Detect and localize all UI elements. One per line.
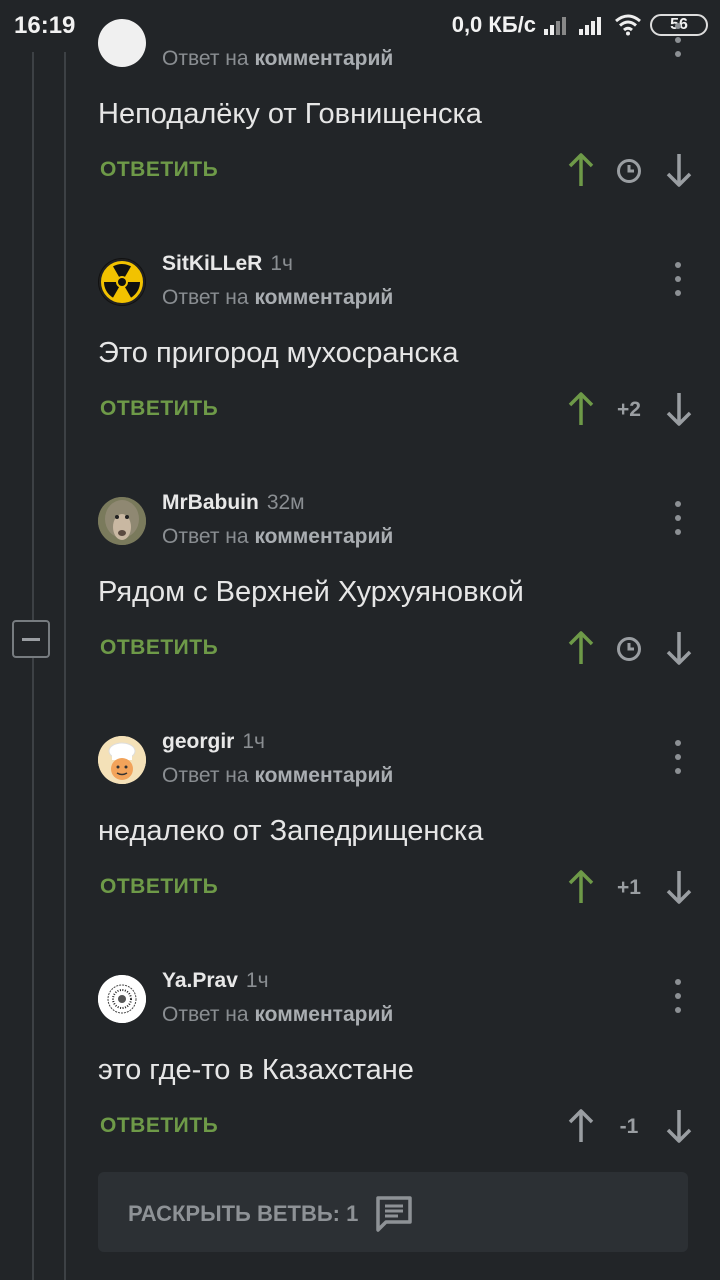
expand-branch-button[interactable]: РАСКРЫТЬ ВЕТВЬ: 1: [98, 1172, 688, 1252]
comment-time: 1ч: [245, 969, 269, 992]
more-options-icon[interactable]: [672, 979, 684, 1013]
upvote-icon[interactable]: [566, 1108, 596, 1144]
expand-branch-label: РАСКРЫТЬ ВЕТВЬ: 1: [128, 1201, 359, 1226]
comment: MrBabuin 32м Ответ на комментарий Рядом с…: [0, 239, 720, 665]
sketch-avatar-icon: [98, 975, 146, 1023]
comment: georgir 1ч Ответ на комментарий недалеко …: [0, 478, 720, 904]
avatar[interactable]: [98, 975, 146, 1023]
author-name[interactable]: Ya.Prav 1ч: [162, 969, 269, 993]
comment: SitKiLLeR 1ч Ответ на комментарий Это при…: [0, 0, 720, 426]
downvote-icon[interactable]: [664, 1108, 694, 1144]
reply-target-link[interactable]: комментарий: [254, 1003, 393, 1026]
comment-rating: -1: [619, 1115, 639, 1138]
reply-to: Ответ на комментарий: [162, 1003, 394, 1026]
comment-text: это где-то в Казахстане: [98, 1054, 414, 1086]
comment: Ya.Prav 1ч Ответ на комментарий это где-т…: [0, 717, 720, 1143]
comment-icon: [376, 1196, 412, 1232]
reply-button[interactable]: ОТВЕТИТЬ: [100, 1114, 218, 1138]
